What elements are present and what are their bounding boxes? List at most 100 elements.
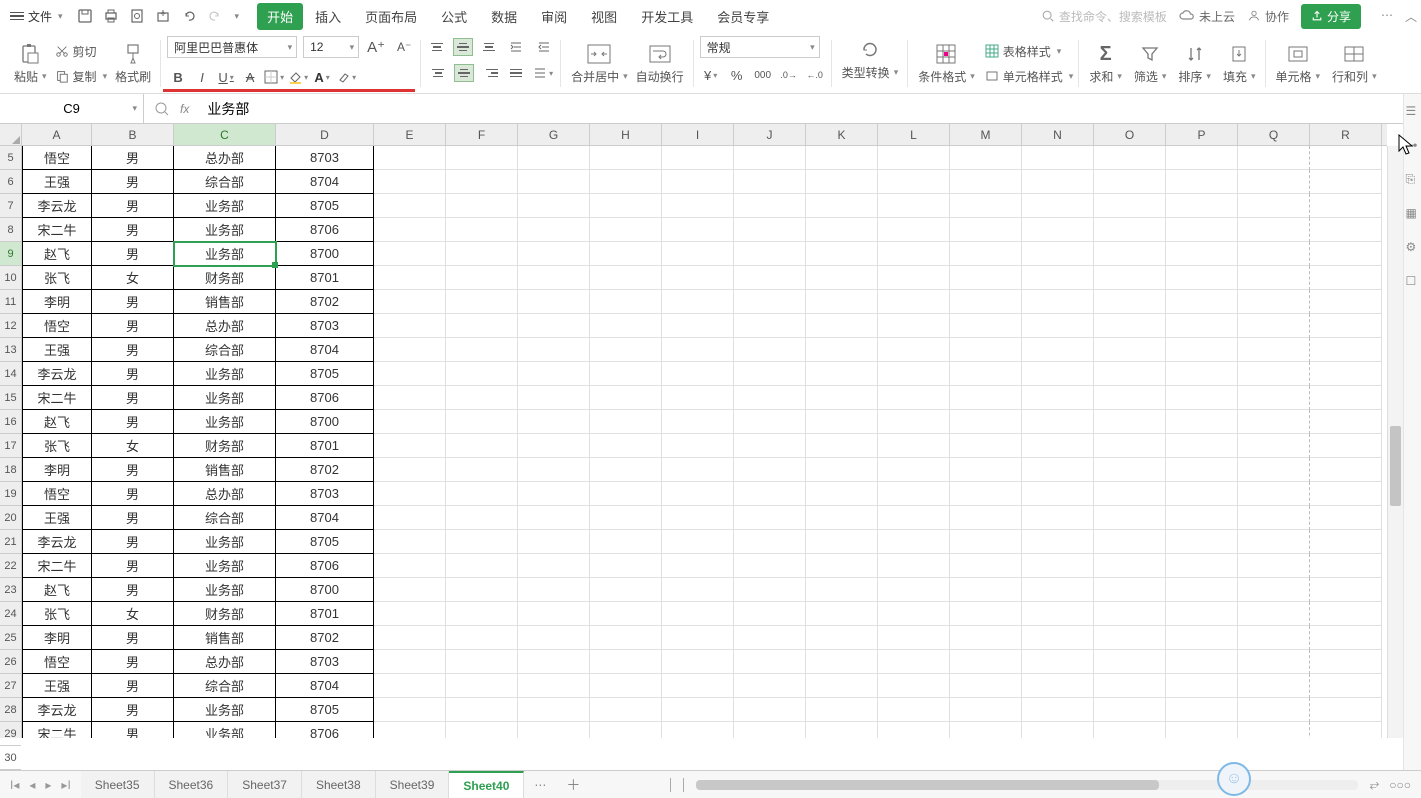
row-head[interactable]: 19	[0, 482, 21, 506]
sp-style-icon[interactable]: ⎘	[1406, 172, 1420, 186]
cell[interactable]: 张飞	[22, 434, 92, 458]
cell[interactable]	[878, 362, 950, 386]
cell[interactable]	[878, 482, 950, 506]
cell[interactable]	[1310, 410, 1382, 434]
cell[interactable]	[662, 602, 734, 626]
cell[interactable]: 综合部	[174, 506, 276, 530]
cell[interactable]	[518, 530, 590, 554]
cell[interactable]	[1094, 578, 1166, 602]
cell[interactable]	[950, 386, 1022, 410]
cell[interactable]	[446, 698, 518, 722]
cell[interactable]: 8704	[276, 674, 374, 698]
cell[interactable]	[950, 362, 1022, 386]
col-head-G[interactable]: G	[518, 124, 590, 145]
cell[interactable]: 李明	[22, 626, 92, 650]
cell[interactable]	[878, 602, 950, 626]
cell[interactable]	[1310, 674, 1382, 698]
cell[interactable]	[1238, 578, 1310, 602]
row-head[interactable]: 23	[0, 578, 21, 602]
col-head-N[interactable]: N	[1022, 124, 1094, 145]
cell[interactable]: 男	[92, 410, 174, 434]
cell[interactable]	[734, 194, 806, 218]
cell[interactable]	[734, 338, 806, 362]
cell[interactable]: 宋二牛	[22, 386, 92, 410]
cell[interactable]	[1022, 626, 1094, 650]
cell[interactable]	[806, 146, 878, 170]
cell[interactable]	[950, 314, 1022, 338]
row-head[interactable]: 5	[0, 146, 21, 170]
cell[interactable]	[878, 170, 950, 194]
cell[interactable]	[1094, 434, 1166, 458]
fx-icon[interactable]: fx	[180, 102, 189, 116]
cell[interactable]	[1094, 698, 1166, 722]
cell[interactable]	[1238, 482, 1310, 506]
cell[interactable]	[374, 506, 446, 530]
cell[interactable]: 李云龙	[22, 698, 92, 722]
cell[interactable]	[374, 458, 446, 482]
more-icon[interactable]: ⋯	[1381, 8, 1393, 25]
cell[interactable]	[590, 530, 662, 554]
sheet-tab[interactable]: Sheet35	[81, 771, 155, 798]
cell[interactable]	[1166, 290, 1238, 314]
cell[interactable]	[518, 170, 590, 194]
col-head-I[interactable]: I	[662, 124, 734, 145]
cell[interactable]: 李云龙	[22, 530, 92, 554]
cell[interactable]	[662, 626, 734, 650]
cell[interactable]	[950, 434, 1022, 458]
cell[interactable]: 业务部	[174, 386, 276, 410]
cell[interactable]: 总办部	[174, 482, 276, 506]
cell[interactable]	[1310, 698, 1382, 722]
cell[interactable]: 男	[92, 242, 174, 266]
cell[interactable]	[1310, 626, 1382, 650]
cell[interactable]	[878, 386, 950, 410]
sp-book-icon[interactable]: ☐	[1406, 274, 1420, 288]
fill-button[interactable]: 填充▾	[1219, 40, 1260, 87]
cell[interactable]: 悟空	[22, 482, 92, 506]
cell[interactable]	[1022, 242, 1094, 266]
sp-menu-icon[interactable]: ☰	[1406, 104, 1420, 118]
cell[interactable]	[446, 506, 518, 530]
tab-layout[interactable]: 页面布局	[353, 1, 429, 32]
cell[interactable]	[1022, 146, 1094, 170]
font-name-select[interactable]: 阿里巴巴普惠体▾	[167, 36, 297, 58]
cell[interactable]	[806, 170, 878, 194]
cell[interactable]	[518, 698, 590, 722]
cell[interactable]	[806, 266, 878, 290]
cell[interactable]	[734, 362, 806, 386]
cell[interactable]	[734, 674, 806, 698]
cell[interactable]	[446, 194, 518, 218]
cell[interactable]	[662, 698, 734, 722]
cell[interactable]	[1022, 290, 1094, 314]
cell[interactable]	[590, 170, 662, 194]
cell[interactable]: 8703	[276, 650, 374, 674]
cell[interactable]	[662, 362, 734, 386]
row-head[interactable]: 25	[0, 626, 21, 650]
cell[interactable]	[1238, 194, 1310, 218]
cell[interactable]	[1022, 722, 1094, 738]
cell[interactable]	[806, 650, 878, 674]
cell[interactable]	[950, 482, 1022, 506]
chevron-down-icon[interactable]: ▾	[132, 103, 137, 114]
cell[interactable]: 8703	[276, 482, 374, 506]
sheet-first-icon[interactable]: І◂	[8, 776, 21, 794]
cell[interactable]	[878, 434, 950, 458]
cell[interactable]	[374, 650, 446, 674]
cell[interactable]	[446, 482, 518, 506]
cell[interactable]: 女	[92, 602, 174, 626]
decimal-dec-button[interactable]: ←.0	[804, 64, 826, 86]
cell[interactable]	[374, 554, 446, 578]
cell[interactable]	[1166, 266, 1238, 290]
cell[interactable]	[1238, 290, 1310, 314]
cell[interactable]	[662, 578, 734, 602]
cell[interactable]	[1238, 458, 1310, 482]
cell[interactable]: 业务部	[174, 530, 276, 554]
cell[interactable]	[1094, 362, 1166, 386]
cell[interactable]	[806, 194, 878, 218]
cell[interactable]: 男	[92, 530, 174, 554]
row-head[interactable]: 27	[0, 674, 21, 698]
cell[interactable]	[590, 290, 662, 314]
resize-handle-icon[interactable]: ⥂	[1370, 777, 1380, 792]
indent-increase-button[interactable]	[533, 36, 555, 58]
cell[interactable]	[518, 266, 590, 290]
row-head[interactable]: 18	[0, 458, 21, 482]
